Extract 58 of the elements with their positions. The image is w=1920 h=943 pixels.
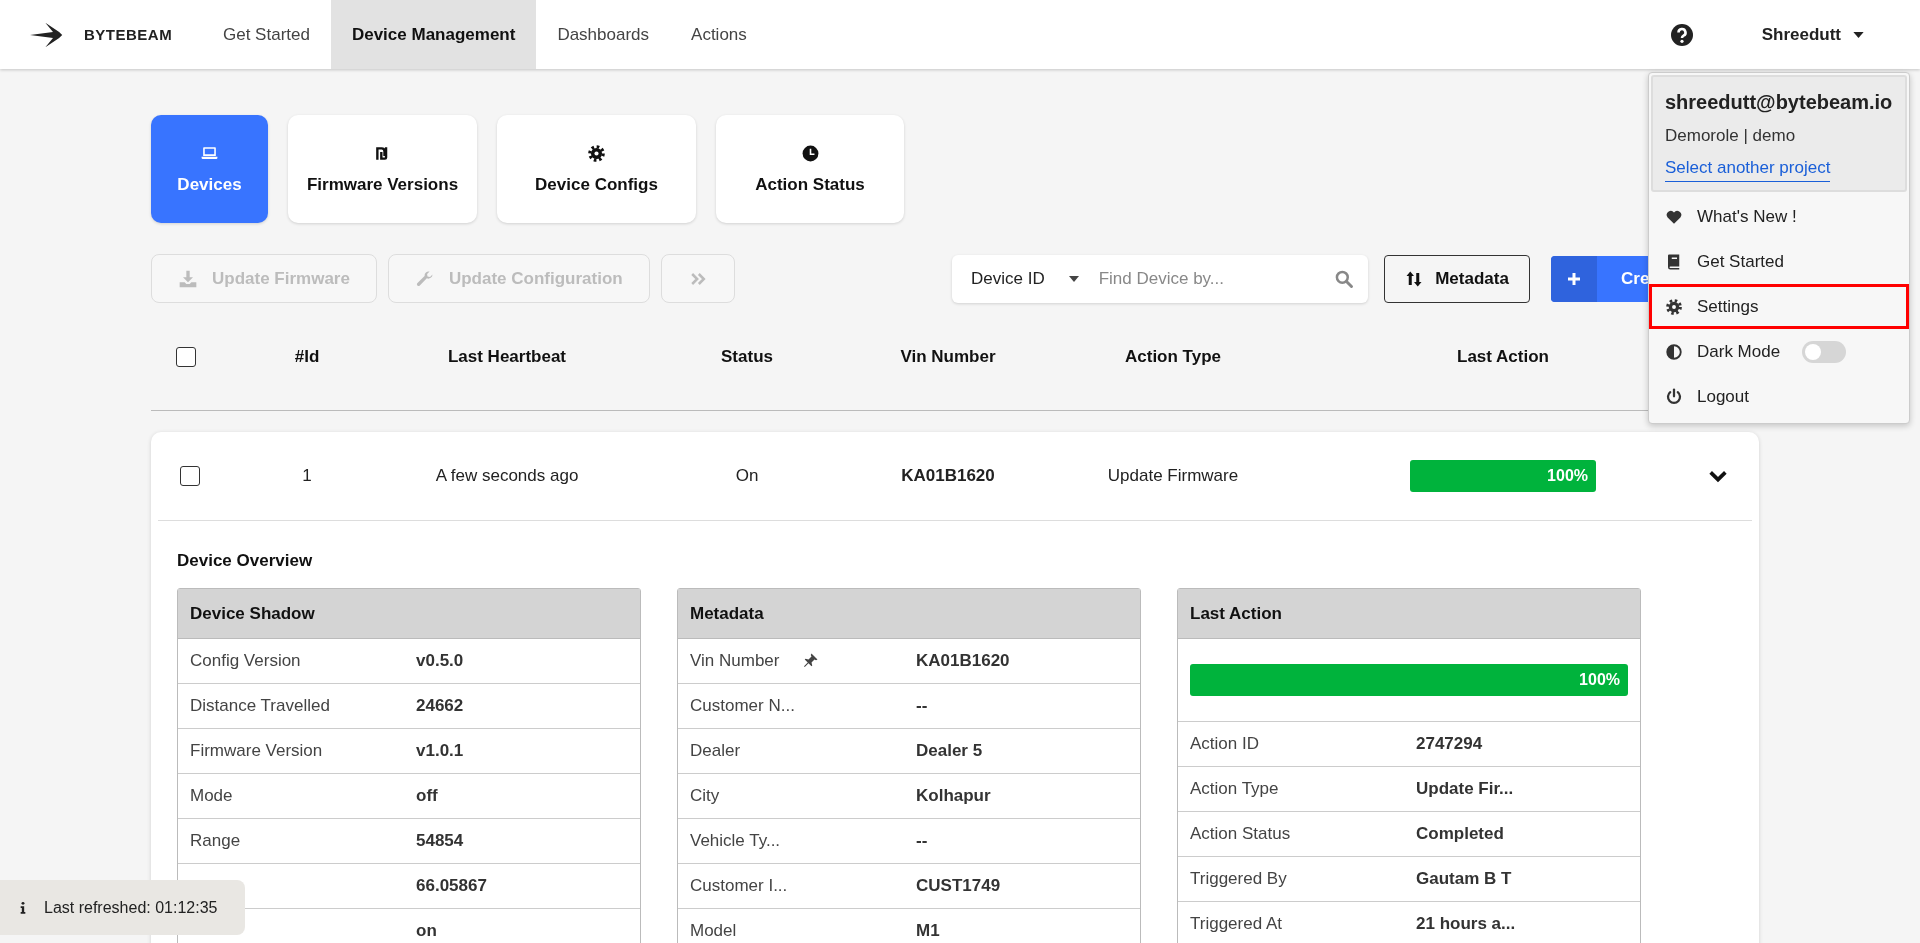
menu-label: Dark Mode xyxy=(1697,341,1781,362)
brand-name: BYTEBEAM xyxy=(84,26,173,43)
field-value: v0.5.0 xyxy=(416,651,464,671)
field-value: CUST1749 xyxy=(916,876,1001,896)
field-label: Triggered At xyxy=(1190,914,1282,934)
progress-reading: 100% xyxy=(1547,467,1589,485)
field-label: City xyxy=(690,786,720,806)
field-value: on xyxy=(416,921,437,941)
field-label: Action Status xyxy=(1190,824,1291,844)
field-value: v1.0.1 xyxy=(416,741,464,761)
field-value: M1 xyxy=(916,921,940,941)
field-label: Triggered By xyxy=(1190,869,1287,889)
field-value: 66.05867 xyxy=(416,876,487,896)
field-label: Action Type xyxy=(1190,779,1279,799)
field-value: 21 hours a... xyxy=(1416,914,1516,934)
field-value: 24662 xyxy=(416,696,464,716)
field-label: Customer I... xyxy=(690,876,788,896)
field-label: Mode xyxy=(190,786,233,806)
field-label: Vehicle Ty... xyxy=(690,831,781,851)
field-value: -- xyxy=(916,831,928,851)
progress-reading: 100% xyxy=(1579,671,1621,689)
field-label: Model xyxy=(690,921,737,941)
card-title: Device Shadow xyxy=(178,589,640,639)
field-label: Customer N... xyxy=(690,696,795,716)
field-label: Distance Travelled xyxy=(190,696,330,716)
field-value: Dealer 5 xyxy=(916,741,983,761)
table-cell: KA01B1620 xyxy=(901,466,995,486)
toast-text: Last refreshed: 01:12:35 xyxy=(44,898,218,917)
card-title: Metadata xyxy=(678,589,1140,639)
card-title: Last Action xyxy=(1178,589,1640,639)
field-value: Gautam B T xyxy=(1416,869,1512,889)
field-value: Update Fir... xyxy=(1416,779,1514,799)
field-value: off xyxy=(416,786,438,806)
field-label: Dealer xyxy=(690,741,741,761)
field-value: 54854 xyxy=(416,831,464,851)
field-label: Config Version xyxy=(190,651,301,671)
field-value: 2747294 xyxy=(1416,734,1483,754)
column-header: #Id xyxy=(294,346,320,367)
section-title: Device Overview xyxy=(177,551,314,571)
column-header: Last Heartbeat xyxy=(447,346,567,367)
field-value: KA01B1620 xyxy=(916,651,1010,671)
column-header: Last Action xyxy=(1457,346,1549,367)
field-label: Range xyxy=(190,831,241,851)
column-header: Vin Number xyxy=(900,346,996,367)
field-label: Vin Number xyxy=(690,651,780,671)
field-value: Kolhapur xyxy=(916,786,991,806)
user-email: shreedutt@bytebeam.io xyxy=(1665,91,1893,114)
field-value: Completed xyxy=(1416,824,1504,844)
column-header: Action Type xyxy=(1125,346,1221,367)
column-header: Status xyxy=(721,346,773,367)
table-cell: Update Firmware xyxy=(1107,466,1239,486)
field-value: -- xyxy=(916,696,928,716)
table-cell: 1 xyxy=(302,466,312,486)
user-role: Demorole | demo xyxy=(1665,126,1796,146)
table-cell: A few seconds ago xyxy=(435,466,579,486)
field-label: Firmware Version xyxy=(190,741,323,761)
field-label: Action ID xyxy=(1190,734,1259,754)
table-cell: On xyxy=(735,466,759,486)
